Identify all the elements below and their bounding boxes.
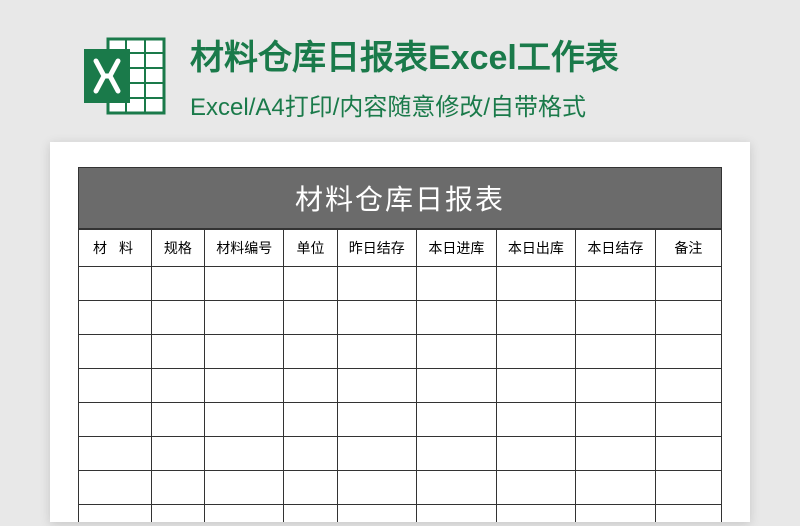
header-text-group: 材料仓库日报表Excel工作表 Excel/A4打印/内容随意修改/自带格式: [190, 30, 619, 122]
col-header-material: 材料: [79, 230, 152, 267]
table-cell: [204, 267, 284, 301]
table-cell: [576, 471, 656, 505]
col-header-note: 备注: [655, 230, 721, 267]
table-cell: [417, 437, 497, 471]
col-header-today-balance: 本日结存: [576, 230, 656, 267]
table-cell: [151, 301, 204, 335]
table-row: [79, 437, 722, 471]
table-cell: [496, 335, 576, 369]
table-cell: [151, 505, 204, 523]
page-header: 材料仓库日报表Excel工作表 Excel/A4打印/内容随意修改/自带格式: [0, 0, 800, 142]
table-cell: [655, 505, 721, 523]
table-cell: [655, 471, 721, 505]
table-cell: [417, 369, 497, 403]
table-cell: [284, 505, 337, 523]
table-cell: [655, 437, 721, 471]
document-preview: 材料仓库日报表 材料 规格 材料编号 单位 昨日结存 本日进库 本日出库 本日结…: [50, 142, 750, 522]
col-header-spec: 规格: [151, 230, 204, 267]
table-cell: [151, 403, 204, 437]
table-cell: [417, 505, 497, 523]
table-header-row: 材料 规格 材料编号 单位 昨日结存 本日进库 本日出库 本日结存 备注: [79, 230, 722, 267]
table-cell: [284, 403, 337, 437]
table-cell: [576, 301, 656, 335]
table-cell: [337, 335, 417, 369]
page-subtitle: Excel/A4打印/内容随意修改/自带格式: [190, 87, 619, 122]
table-cell: [576, 437, 656, 471]
table-cell: [204, 335, 284, 369]
table-row: [79, 267, 722, 301]
table-cell: [496, 267, 576, 301]
table-cell: [576, 505, 656, 523]
table-cell: [151, 267, 204, 301]
table-cell: [655, 335, 721, 369]
col-header-prev-balance: 昨日结存: [337, 230, 417, 267]
table-row: [79, 505, 722, 523]
table-cell: [655, 403, 721, 437]
report-table: 材料 规格 材料编号 单位 昨日结存 本日进库 本日出库 本日结存 备注: [78, 229, 722, 522]
table-cell: [576, 403, 656, 437]
table-cell: [496, 369, 576, 403]
table-cell: [417, 335, 497, 369]
col-header-today-in: 本日进库: [417, 230, 497, 267]
col-header-today-out: 本日出库: [496, 230, 576, 267]
table-cell: [204, 369, 284, 403]
table-cell: [151, 369, 204, 403]
table-cell: [417, 301, 497, 335]
table-row: [79, 335, 722, 369]
table-cell: [79, 505, 152, 523]
table-cell: [284, 437, 337, 471]
table-cell: [337, 471, 417, 505]
table-cell: [284, 301, 337, 335]
table-cell: [337, 267, 417, 301]
table-cell: [417, 471, 497, 505]
table-cell: [576, 267, 656, 301]
table-cell: [417, 403, 497, 437]
table-cell: [655, 301, 721, 335]
table-row: [79, 471, 722, 505]
table-cell: [496, 301, 576, 335]
table-cell: [496, 471, 576, 505]
table-cell: [151, 437, 204, 471]
table-cell: [337, 505, 417, 523]
table-cell: [337, 369, 417, 403]
table-cell: [79, 369, 152, 403]
table-cell: [337, 437, 417, 471]
table-cell: [151, 335, 204, 369]
table-cell: [204, 505, 284, 523]
table-cell: [79, 471, 152, 505]
table-cell: [79, 267, 152, 301]
table-cell: [496, 437, 576, 471]
table-cell: [284, 335, 337, 369]
table-body: [79, 267, 722, 523]
page-title: 材料仓库日报表Excel工作表: [190, 30, 619, 79]
table-cell: [204, 301, 284, 335]
table-cell: [496, 505, 576, 523]
table-cell: [204, 403, 284, 437]
table-cell: [655, 369, 721, 403]
table-cell: [204, 437, 284, 471]
table-cell: [576, 335, 656, 369]
table-cell: [284, 267, 337, 301]
table-cell: [79, 403, 152, 437]
table-row: [79, 369, 722, 403]
col-header-code: 材料编号: [204, 230, 284, 267]
table-cell: [655, 267, 721, 301]
table-cell: [337, 301, 417, 335]
table-cell: [576, 369, 656, 403]
table-row: [79, 301, 722, 335]
table-cell: [496, 403, 576, 437]
col-header-unit: 单位: [284, 230, 337, 267]
table-title: 材料仓库日报表: [78, 167, 722, 229]
table-cell: [204, 471, 284, 505]
table-cell: [337, 403, 417, 437]
table-cell: [284, 369, 337, 403]
excel-icon: [80, 31, 170, 121]
table-cell: [79, 301, 152, 335]
table-cell: [284, 471, 337, 505]
table-cell: [79, 437, 152, 471]
table-row: [79, 403, 722, 437]
table-cell: [417, 267, 497, 301]
table-cell: [151, 471, 204, 505]
table-cell: [79, 335, 152, 369]
